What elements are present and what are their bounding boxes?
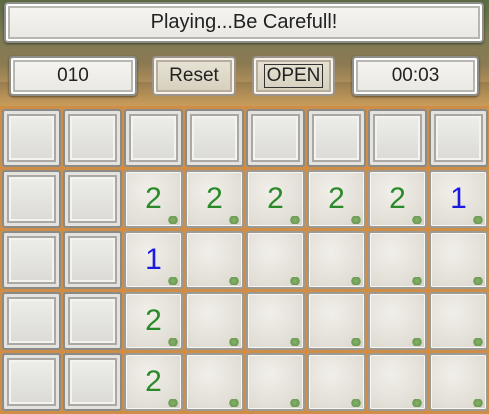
board-cell[interactable] [307,109,366,167]
board-cell[interactable]: 2 [246,170,305,228]
board-cell[interactable] [124,109,183,167]
reset-button-label: Reset [169,65,219,86]
board-cell[interactable] [246,292,305,350]
cell-number: 2 [145,304,162,337]
cell-number: 2 [145,182,162,215]
board-cell[interactable] [185,353,244,411]
board-cell[interactable] [63,109,122,167]
board-cell[interactable] [2,170,61,228]
board-cell[interactable]: 2 [124,170,183,228]
board-cell[interactable] [63,231,122,289]
board-cell[interactable] [185,231,244,289]
board-cell[interactable] [63,353,122,411]
board-cell[interactable]: 2 [124,353,183,411]
open-button[interactable]: OPEN [252,56,335,96]
board-cell[interactable] [63,170,122,228]
board-cell[interactable] [307,231,366,289]
status-title: Playing...Be Carefull! [4,2,484,43]
board-cell[interactable] [429,292,488,350]
cell-number: 2 [328,182,345,215]
mine-counter-value: 010 [57,65,89,86]
board-cell[interactable] [2,231,61,289]
board-cell[interactable]: 2 [185,170,244,228]
cell-number: 1 [145,243,162,276]
board-cell[interactable]: 1 [124,231,183,289]
board-cell[interactable] [246,353,305,411]
board-cell[interactable] [429,353,488,411]
cell-number: 2 [206,182,223,215]
board-cell[interactable] [2,292,61,350]
cell-number: 2 [389,182,406,215]
board-cell[interactable] [307,353,366,411]
reset-button[interactable]: Reset [152,56,236,96]
board-cell[interactable] [185,292,244,350]
cell-number: 1 [450,182,467,215]
board-cell[interactable]: 2 [368,170,427,228]
open-button-label: OPEN [263,64,324,88]
board-cell[interactable] [246,231,305,289]
board-cell[interactable] [307,292,366,350]
timer-value: 00:03 [391,65,440,86]
mine-counter: 010 [9,56,137,96]
cell-number: 2 [267,182,284,215]
board-cell[interactable] [2,353,61,411]
board-cell[interactable] [368,231,427,289]
board-cell[interactable]: 2 [124,292,183,350]
board-cell[interactable] [368,109,427,167]
board-cell[interactable] [246,109,305,167]
board-cell[interactable] [185,109,244,167]
cell-number: 2 [145,365,162,398]
board-cell[interactable] [368,292,427,350]
board-cell[interactable]: 1 [429,170,488,228]
game-board: 2 2 2 2 2 1 1 2 2 [0,106,489,414]
board-cell[interactable] [429,231,488,289]
board-cell[interactable] [368,353,427,411]
board-cell[interactable] [429,109,488,167]
board-cell[interactable] [2,109,61,167]
board-cell[interactable] [63,292,122,350]
board-cell[interactable]: 2 [307,170,366,228]
timer-display: 00:03 [352,56,479,96]
status-text: Playing...Be Carefull! [150,11,338,33]
